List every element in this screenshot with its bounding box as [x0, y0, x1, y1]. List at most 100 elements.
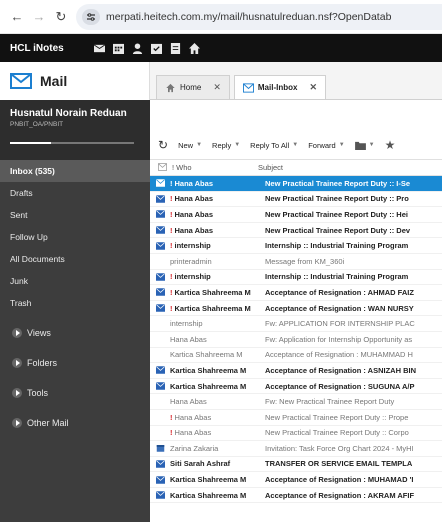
message-row[interactable]: ! Kartica Shahreema M Acceptance of Resign… — [150, 285, 442, 301]
close-icon[interactable]: ✕ — [213, 82, 221, 93]
sidebar-section-views[interactable]: Views — [0, 322, 150, 344]
message-row[interactable]: ! internship Internship :: Industrial Trai… — [150, 238, 442, 254]
sender-name: internship — [174, 272, 211, 282]
unread-mail-icon — [150, 304, 170, 312]
message-subject: New Practical Trainee Report Duty :: Hei — [265, 209, 408, 219]
sidebar-item-sent[interactable]: Sent — [0, 204, 150, 226]
home-icon[interactable] — [187, 41, 202, 56]
message-row[interactable]: Hana Abas Fw: New Practical Trainee Repor… — [150, 394, 442, 410]
high-importance-icon: ! — [170, 194, 173, 204]
section-list: Views Folders Tools Other Mail — [0, 322, 150, 434]
column-who[interactable]: ! Who — [162, 163, 258, 172]
contacts-icon[interactable] — [130, 41, 145, 56]
notebook-icon[interactable] — [168, 41, 183, 56]
message-row[interactable]: ! Kartica Shahreema M Acceptance of Resign… — [150, 301, 442, 317]
expand-arrow-icon — [12, 328, 22, 338]
todo-icon[interactable] — [149, 41, 164, 56]
message-row[interactable]: Zarina Zakaria Invitation: Task Force Org… — [150, 441, 442, 457]
sidebar-section-other-mail[interactable]: Other Mail — [0, 412, 150, 434]
sender-name: Kartica Shahreema M — [170, 475, 247, 485]
sidebar-section-folders[interactable]: Folders — [0, 352, 150, 374]
message-sender: printeradmin — [170, 257, 265, 266]
unread-mail-icon — [150, 241, 170, 250]
star-icon[interactable]: ★ — [385, 138, 396, 152]
sidebar-section-label: Other Mail — [27, 418, 69, 428]
message-row[interactable]: internship Fw: APPLICATION FOR INTERNSHIP… — [150, 316, 442, 332]
mail-icon[interactable] — [92, 41, 107, 56]
column-subject[interactable]: Subject — [258, 163, 442, 172]
message-subject: Acceptance of Resignation : AKRAM AFIF — [265, 490, 415, 500]
mail-envelope-icon — [10, 73, 32, 89]
message-sender: ! internship — [170, 272, 265, 281]
message-row[interactable]: ! internship Internship :: Industrial Trai… — [150, 270, 442, 286]
tab-label: Mail-Inbox — [257, 83, 298, 92]
message-row[interactable]: Kartica Shahreema M Acceptance of Resigna… — [150, 363, 442, 379]
message-row[interactable]: Siti Sarah Ashraf TRANSFER OR SERVICE EMA… — [150, 457, 442, 473]
reload-icon[interactable]: ↻ — [50, 9, 72, 25]
sender-name: Kartica Shahreema M — [170, 381, 247, 391]
new-button[interactable]: New ▼ — [178, 141, 202, 150]
app-title: HCL iNotes — [10, 42, 64, 54]
sender-name: Kartica Shahreema M — [170, 350, 243, 360]
message-sender: Kartica Shahreema M — [170, 350, 265, 359]
address-bar[interactable]: merpati.heitech.com.my/mail/husnatulredu… — [76, 3, 442, 30]
sender-name: internship — [170, 319, 203, 329]
message-sender: Hana Abas — [170, 335, 265, 344]
message-sender: ! Hana Abas — [170, 210, 265, 219]
message-row[interactable]: ! Hana Abas New Practical Trainee Report D… — [150, 192, 442, 208]
sidebar-section-tools[interactable]: Tools — [0, 382, 150, 404]
sender-name: Hana Abas — [174, 428, 212, 438]
tab-home[interactable]: Home ✕ — [156, 75, 230, 99]
reply-button[interactable]: Reply ▼ — [212, 141, 240, 150]
message-row[interactable]: ! Hana Abas New Practical Trainee Report D… — [150, 223, 442, 239]
high-importance-icon: ! — [170, 287, 173, 297]
calendar-icon[interactable] — [111, 41, 126, 56]
sidebar-item-drafts[interactable]: Drafts — [0, 182, 150, 204]
message-row[interactable]: ! Hana Abas New Practical Trainee Report D… — [150, 207, 442, 223]
message-row[interactable]: Kartica Shahreema M Acceptance of Resigna… — [150, 488, 442, 504]
message-subject: New Practical Trainee Report Duty :: Cor… — [265, 428, 409, 438]
browser-bar: ← → ↻ merpati.heitech.com.my/mail/husnat… — [0, 0, 442, 34]
unread-mail-icon — [150, 226, 170, 234]
message-row[interactable]: Kartica Shahreema M Acceptance of Resigna… — [150, 379, 442, 395]
message-sender: Zarina Zakaria — [170, 444, 265, 453]
main-pane: Home ✕ Mail-Inbox ✕ ↻ New ▼ Reply ▼ Reply … — [150, 62, 442, 522]
sidebar-item-inbox[interactable]: Inbox (535) — [0, 160, 150, 182]
unread-mail-icon — [150, 475, 170, 484]
user-org: PNBIT_OA/PNBIT — [10, 121, 64, 128]
message-sender: ! Hana Abas — [170, 194, 265, 203]
message-subject: Fw: New Practical Trainee Report Duty — [265, 397, 395, 407]
message-row[interactable]: ! Hana Abas New Practical Trainee Report D… — [150, 176, 442, 192]
reply-all-button[interactable]: Reply To All ▼ — [250, 141, 298, 150]
message-subject: New Practical Trainee Report Duty :: Dev — [265, 225, 411, 235]
message-row[interactable]: Kartica Shahreema M Acceptance of Resigna… — [150, 472, 442, 488]
sidebar-item-trash[interactable]: Trash — [0, 292, 150, 314]
site-settings-icon[interactable] — [82, 8, 100, 25]
quota-bar — [10, 142, 134, 144]
message-row[interactable]: Hana Abas Fw: Application for Internship … — [150, 332, 442, 348]
expand-arrow-icon — [12, 418, 22, 428]
forward-button[interactable]: Forward ▼ — [308, 141, 344, 150]
sender-name: Hana Abas — [174, 178, 214, 188]
message-subject: Acceptance of Resignation : ASNIZAH BIN — [265, 365, 416, 375]
mail-icon — [242, 82, 254, 93]
sender-name: Kartica Shahreema M — [174, 303, 251, 313]
message-row[interactable]: printeradmin Message from KM_360i — [150, 254, 442, 270]
reply-label: Reply — [212, 140, 232, 150]
sidebar-item-all-documents[interactable]: All Documents — [0, 248, 150, 270]
column-icon-header[interactable] — [150, 162, 167, 173]
folder-move-button[interactable]: ▼ — [354, 141, 375, 150]
message-sender: Kartica Shahreema M — [170, 366, 265, 375]
sidebar-item-junk[interactable]: Junk — [0, 270, 150, 292]
back-icon[interactable]: ← — [6, 9, 28, 24]
tab-mail-inbox[interactable]: Mail-Inbox ✕ — [233, 75, 326, 99]
message-row[interactable]: ! Hana Abas New Practical Trainee Report D… — [150, 410, 442, 426]
message-subject: Acceptance of Resignation : MUHAMAD 'I — [265, 475, 414, 485]
refresh-icon[interactable]: ↻ — [158, 138, 168, 152]
message-row[interactable]: ! Hana Abas New Practical Trainee Report D… — [150, 426, 442, 442]
unread-mail-icon — [150, 288, 170, 297]
sidebar-item-follow-up[interactable]: Follow Up — [0, 226, 150, 248]
forward-icon[interactable]: → — [28, 9, 50, 24]
message-row[interactable]: Kartica Shahreema M Acceptance of Resigna… — [150, 348, 442, 364]
close-icon[interactable]: ✕ — [309, 82, 317, 93]
